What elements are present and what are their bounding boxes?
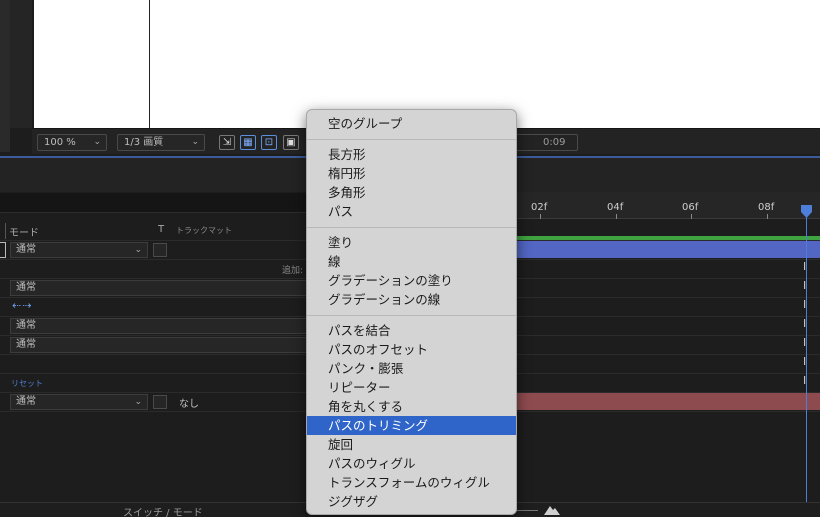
preserve-transparency-checkbox[interactable] <box>153 395 167 409</box>
menu-item-twist[interactable]: 旋回 <box>307 435 516 454</box>
resolution-value: 1/3 画質 <box>124 137 164 148</box>
menu-item-empty-group[interactable]: 空のグループ <box>307 114 516 133</box>
switch-mode-toggle[interactable]: スイッチ / モード <box>123 504 203 517</box>
ruler-tick-mark <box>540 214 541 219</box>
layer-selection-edge <box>0 242 6 258</box>
menu-item-trim-paths[interactable]: パスのトリミング <box>307 416 516 435</box>
ruler-tick-label: 08f <box>758 202 775 213</box>
layer-mode-select[interactable]: 通常 ⌄ <box>10 242 148 258</box>
column-header-track-matte[interactable]: トラックマット <box>176 225 232 236</box>
chevron-down-icon: ⌄ <box>93 137 101 147</box>
playhead-line <box>806 212 807 502</box>
group-mode-select[interactable]: 通常 <box>10 280 310 296</box>
layer2-mode-select[interactable]: 通常 ⌄ <box>10 394 148 410</box>
time-ruler[interactable]: 02f 04f 06f 08f <box>516 192 820 219</box>
mode-value: 通常 <box>16 244 36 255</box>
track-matte-value[interactable]: なし <box>179 395 199 410</box>
add-shape-context-menu: 空のグループ 長方形 楕円形 多角形 パス 塗り 線 グラデーションの塗り グラ… <box>306 109 517 515</box>
timecode-text: 0:09 <box>543 137 566 148</box>
shape-mode-select[interactable]: 通常 <box>10 337 310 353</box>
mode-value: 通常 <box>16 396 36 407</box>
layer-duration-bar-2[interactable] <box>516 393 820 410</box>
chevron-down-icon: ⌄ <box>134 245 142 255</box>
menu-item-gradient-stroke[interactable]: グラデーションの線 <box>307 290 516 309</box>
ruler-tick-label: 06f <box>682 202 699 213</box>
menu-item-pucker-bloat[interactable]: パンク・膨張 <box>307 359 516 378</box>
resolution-select[interactable]: 1/3 画質 ⌄ <box>117 134 205 151</box>
menu-item-polystar[interactable]: 多角形 <box>307 183 516 202</box>
chevron-down-icon: ⌄ <box>134 397 142 407</box>
add-label: 追加: <box>282 266 304 276</box>
work-area-bar[interactable] <box>516 236 820 240</box>
composite-order-icons[interactable]: ⇠⇢ <box>12 299 32 312</box>
menu-item-merge-paths[interactable]: パスを結合 <box>307 321 516 340</box>
current-time-display[interactable]: 0:09 <box>510 134 578 151</box>
fast-preview-icon[interactable]: ⇲ <box>219 135 235 150</box>
menu-item-ellipse[interactable]: 楕円形 <box>307 164 516 183</box>
column-header-mode[interactable]: モード <box>9 224 39 239</box>
menu-item-gradient-fill[interactable]: グラデーションの塗り <box>307 271 516 290</box>
reset-link[interactable]: リセット <box>11 378 43 389</box>
menu-item-stroke[interactable]: 線 <box>307 252 516 271</box>
ruler-tick-label: 02f <box>531 202 548 213</box>
menu-item-rectangle[interactable]: 長方形 <box>307 145 516 164</box>
zoom-value: 100 % <box>44 137 76 148</box>
column-header-t[interactable]: T <box>158 224 164 235</box>
transparency-grid-icon[interactable]: ▦ <box>240 135 256 150</box>
zoom-select[interactable]: 100 % ⌄ <box>37 134 107 151</box>
menu-separator <box>307 315 516 316</box>
mask-shape-path-icon[interactable]: ⊡ <box>261 135 277 150</box>
menu-item-wiggle-transform[interactable]: トランスフォームのウィグル <box>307 473 516 492</box>
menu-item-fill[interactable]: 塗り <box>307 233 516 252</box>
layer-search-input[interactable] <box>0 193 318 213</box>
menu-item-repeater[interactable]: リピーター <box>307 378 516 397</box>
mode-value: 通常 <box>16 320 36 331</box>
mode-value: 通常 <box>16 282 36 293</box>
playhead-handle-icon[interactable] <box>801 205 812 218</box>
layer-duration-bar[interactable] <box>516 241 820 258</box>
shape-mode-select[interactable]: 通常 <box>10 318 310 334</box>
menu-item-round-corners[interactable]: 角を丸くする <box>307 397 516 416</box>
menu-item-offset-paths[interactable]: パスのオフセット <box>307 340 516 359</box>
zoom-in-mountain-icon[interactable] <box>544 503 560 515</box>
ruler-tick-label: 04f <box>607 202 624 213</box>
left-panel-edge <box>0 0 10 152</box>
chevron-down-icon: ⌄ <box>191 137 199 147</box>
menu-separator <box>307 139 516 140</box>
menu-item-wiggle-paths[interactable]: パスのウィグル <box>307 454 516 473</box>
menu-separator <box>307 227 516 228</box>
ruler-tick-mark <box>616 214 617 219</box>
ruler-tick-mark <box>767 214 768 219</box>
layer-column-headers: モード T トラックマット <box>0 223 310 239</box>
region-of-interest-icon[interactable]: ▣ <box>283 135 299 150</box>
canvas-guide-line <box>149 0 150 128</box>
preserve-transparency-checkbox[interactable] <box>153 243 167 257</box>
menu-item-zig-zag[interactable]: ジグザグ <box>307 492 516 511</box>
left-panel-strip <box>10 0 32 128</box>
ruler-tick-mark <box>691 214 692 219</box>
mode-value: 通常 <box>16 339 36 350</box>
menu-item-path[interactable]: パス <box>307 202 516 221</box>
